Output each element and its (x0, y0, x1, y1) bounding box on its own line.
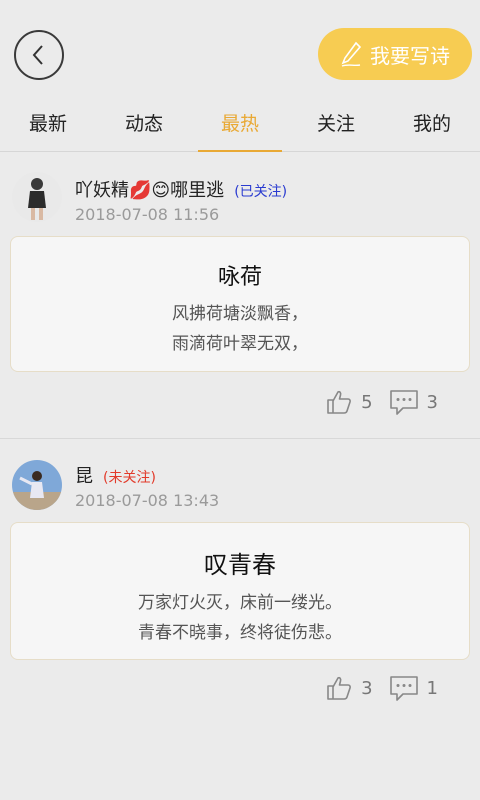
comment-count: 1 (426, 677, 438, 699)
tab-bar: 最新 动态 最热 关注 我的 (0, 100, 480, 152)
poem-card[interactable]: 咏荷 风拂荷塘淡飘香， 雨滴荷叶翠无双， (10, 236, 470, 372)
poem-line: 雨滴荷叶翠无双， (172, 334, 308, 354)
comment-icon (389, 676, 418, 701)
avatar[interactable] (12, 172, 62, 222)
comment-button[interactable]: 3 (389, 388, 438, 416)
tab-feed[interactable]: 动态 (96, 100, 192, 151)
like-button[interactable]: 3 (325, 674, 373, 702)
write-poem-button[interactable]: 我要写诗 (318, 28, 472, 80)
tab-hottest[interactable]: 最热 (192, 100, 288, 152)
tab-following[interactable]: 关注 (288, 100, 384, 151)
comment-count: 3 (426, 391, 438, 413)
post-username[interactable]: 昆 (未关注) (75, 462, 156, 488)
follow-status-badge[interactable]: (已关注) (234, 184, 287, 200)
poem-line: 风拂荷塘淡飘香， (172, 304, 308, 324)
post-actions: 3 1 (309, 674, 438, 702)
poem-line: 青春不晓事，终将徒伤悲。 (138, 623, 342, 643)
comment-icon (389, 390, 418, 415)
username-text: 吖妖精💋😊哪里逃 (75, 180, 225, 201)
avatar[interactable] (12, 460, 62, 510)
poem-title: 咏荷 (217, 265, 262, 290)
like-count: 3 (361, 677, 373, 699)
poem-card[interactable]: 叹青春 万家灯火灭，床前一缕光。 青春不晓事，终将徒伤悲。 (10, 522, 470, 660)
username-text: 昆 (75, 466, 93, 487)
tab-mine[interactable]: 我的 (384, 100, 480, 151)
post-timestamp: 2018-07-08 13:43 (75, 491, 220, 510)
poem-line: 万家灯火灭，床前一缕光。 (138, 593, 342, 613)
post-actions: 5 3 (309, 388, 438, 416)
top-bar: 我要写诗 (0, 0, 480, 100)
post-username[interactable]: 吖妖精💋😊哪里逃 (已关注) (75, 176, 287, 202)
chevron-left-icon (32, 45, 43, 65)
post-divider (0, 438, 480, 439)
back-button[interactable] (14, 30, 64, 80)
like-button[interactable]: 5 (325, 388, 373, 416)
post-timestamp: 2018-07-08 11:56 (75, 205, 220, 224)
thumbs-up-icon (327, 676, 352, 700)
write-poem-label: 我要写诗 (370, 43, 450, 68)
poem-title: 叹青春 (204, 551, 276, 579)
pen-icon (341, 41, 362, 67)
comment-button[interactable]: 1 (389, 674, 438, 702)
like-count: 5 (361, 391, 373, 413)
tab-latest[interactable]: 最新 (0, 100, 96, 151)
follow-status-badge[interactable]: (未关注) (103, 470, 156, 486)
thumbs-up-icon (327, 390, 352, 414)
